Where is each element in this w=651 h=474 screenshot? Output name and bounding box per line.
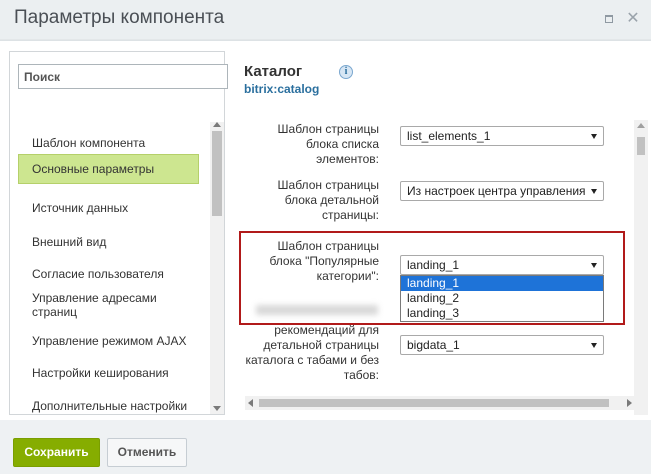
scroll-up-icon[interactable] (213, 122, 221, 127)
sidebar-scrollbar[interactable] (210, 122, 224, 414)
scroll-thumb[interactable] (637, 137, 645, 155)
panel-horizontal-scrollbar[interactable] (245, 396, 635, 410)
param-select-recommendations[interactable]: bigdata_1 (400, 335, 604, 355)
scroll-left-icon[interactable] (248, 399, 253, 407)
scroll-up-icon[interactable] (637, 123, 645, 128)
sidebar-item-main-params[interactable]: Основные параметры (18, 154, 199, 184)
dialog-footer: Сохранить Отменить (0, 420, 651, 474)
sidebar-item-caching[interactable]: Настройки кеширования (18, 366, 199, 380)
param-select-popular-categories[interactable]: landing_1 (400, 255, 604, 275)
scroll-right-icon[interactable] (627, 399, 632, 407)
component-name: Каталог (244, 63, 303, 80)
chevron-down-icon (591, 189, 597, 194)
dropdown-option[interactable]: landing_1 (401, 276, 603, 291)
param-label-detail-template: Шаблон страницы блока детальной страницы… (277, 178, 379, 222)
save-button[interactable]: Сохранить (13, 438, 100, 467)
param-select-detail-template[interactable]: Из настроек центра управления (400, 181, 604, 201)
sidebar-item-data-source[interactable]: Источник данных (18, 201, 199, 215)
dropdown-option[interactable]: landing_2 (401, 291, 603, 306)
sidebar-item-appearance[interactable]: Внешний вид (18, 235, 199, 249)
param-label-list-template: Шаблон страницы блока списка элементов: (277, 122, 379, 166)
params-panel: Каталог i bitrix:catalog Шаблон страницы… (234, 51, 649, 419)
dialog-body: Шаблон компонента Основные параметры Ист… (0, 40, 651, 420)
scroll-down-icon[interactable] (213, 406, 221, 411)
close-icon[interactable]: ✕ (626, 11, 640, 27)
sidebar-item-additional[interactable]: Дополнительные настройки (18, 399, 199, 413)
select-value: landing_1 (407, 258, 460, 272)
sidebar: Шаблон компонента Основные параметры Ист… (9, 51, 228, 415)
sidebar-item-url-management[interactable]: Управление адресами страниц (18, 291, 168, 319)
select-value: Из настроек центра управления (407, 184, 586, 198)
chevron-down-icon (591, 263, 597, 268)
select-value: list_elements_1 (407, 129, 491, 143)
blurred-text (256, 305, 378, 315)
chevron-down-icon (591, 343, 597, 348)
select-value: bigdata_1 (407, 338, 460, 352)
maximize-icon[interactable] (602, 12, 616, 26)
sidebar-item-template[interactable]: Шаблон компонента (18, 136, 199, 150)
dropdown-list: landing_1 landing_2 landing_3 (400, 275, 604, 322)
cancel-button[interactable]: Отменить (107, 438, 187, 467)
param-label-popular-categories: Шаблон страницы блока "Популярные катего… (269, 239, 379, 283)
dropdown-option[interactable]: landing_3 (401, 306, 603, 321)
sidebar-item-user-consent[interactable]: Согласие пользователя (18, 267, 199, 281)
chevron-down-icon (591, 134, 597, 139)
sidebar-item-ajax-mode[interactable]: Управление режимом AJAX (18, 334, 199, 348)
dialog-title: Параметры компонента (14, 7, 225, 28)
search-input[interactable] (18, 64, 228, 89)
panel-vertical-scrollbar[interactable] (634, 120, 648, 415)
scroll-thumb[interactable] (259, 399, 609, 407)
param-label-recommendations: рекомендаций для детальной страницы ката… (245, 323, 379, 382)
info-icon[interactable]: i (339, 65, 353, 79)
component-code: bitrix:catalog (244, 82, 320, 96)
scroll-thumb[interactable] (212, 131, 222, 216)
param-select-list-template[interactable]: list_elements_1 (400, 126, 604, 146)
dialog-header: Параметры компонента ✕ (0, 0, 651, 40)
